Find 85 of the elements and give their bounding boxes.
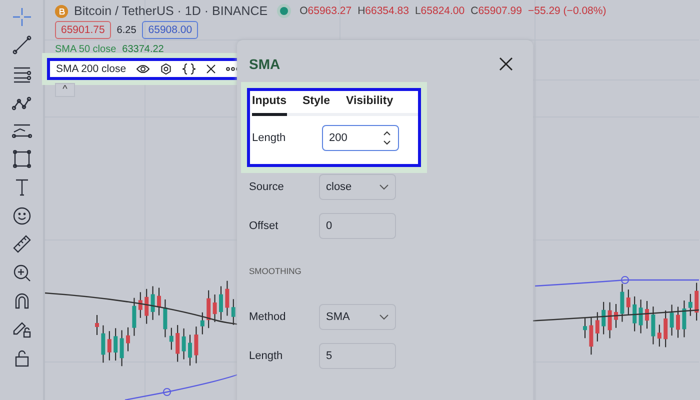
indicator-name: SMA 200 close: [56, 63, 126, 75]
settings-tab[interactable]: Style: [302, 91, 330, 116]
settings-icon[interactable]: [160, 63, 172, 75]
candle: [589, 316, 594, 356]
settings-tab[interactable]: Visibility: [346, 91, 394, 116]
candle: [150, 286, 155, 320]
braces-icon[interactable]: [182, 63, 196, 75]
candle: [682, 300, 686, 338]
candle: [95, 314, 99, 336]
candle: [200, 312, 204, 335]
candle: [188, 334, 192, 366]
candle: [231, 298, 236, 326]
buy-price-button[interactable]: 65908.00: [142, 21, 198, 39]
candle: [225, 280, 230, 316]
spread-value: 6.25: [116, 24, 136, 36]
candle: [144, 288, 149, 324]
close-icon[interactable]: [206, 64, 216, 74]
eye-icon[interactable]: [136, 64, 150, 74]
candle: [602, 301, 606, 335]
ruler-icon[interactable]: [12, 234, 32, 254]
dropdown-select[interactable]: close: [319, 174, 396, 200]
candle: [688, 293, 692, 316]
ohlc-value: C65907.99: [470, 5, 522, 17]
length-input[interactable]: 200: [322, 125, 399, 151]
candle: [614, 304, 618, 328]
field-label: Length: [252, 132, 287, 144]
ohlc-value: O65963.27: [300, 5, 352, 17]
candle: [194, 326, 198, 364]
candle: [138, 292, 142, 318]
candle: [132, 297, 136, 336]
line-handle[interactable]: [621, 276, 629, 284]
symbol-title: Bitcoin / TetherUS · 1D · BINANCE: [74, 4, 268, 18]
candle: [670, 304, 674, 336]
coin-icon: [55, 4, 68, 18]
field-label: Source: [249, 180, 285, 192]
field-label: Offset: [249, 220, 280, 232]
close-icon[interactable]: [499, 57, 513, 71]
field-label: Method: [249, 310, 287, 322]
collapse-button[interactable]: ^: [55, 83, 75, 97]
input-field[interactable]: 0: [319, 212, 396, 238]
dialog-title: SMA: [249, 56, 280, 72]
candle: [114, 328, 118, 362]
section-heading: SMOOTHING: [249, 265, 302, 278]
candle: [212, 294, 217, 323]
candle: [632, 296, 637, 332]
candle: [595, 312, 600, 342]
candle: [163, 298, 168, 338]
ohlc-value: H66354.83: [358, 5, 409, 17]
smiley-icon[interactable]: [12, 206, 32, 226]
dropdown-select[interactable]: SMA: [319, 304, 396, 330]
candle: [608, 302, 612, 339]
zoom-in-icon[interactable]: [12, 262, 32, 283]
candle: [126, 326, 130, 352]
candle: [206, 290, 211, 329]
candle: [120, 330, 124, 367]
candle: [694, 282, 699, 322]
candle: [157, 287, 161, 316]
trend-line-icon[interactable]: [12, 35, 32, 56]
candle: [626, 289, 630, 316]
indicator-name: SMA 50 close: [55, 44, 116, 55]
input-field[interactable]: 5: [319, 342, 396, 368]
candle: [651, 306, 656, 345]
candle: [620, 283, 624, 322]
chevron-down-icon: [379, 184, 389, 190]
rectangle-icon[interactable]: [12, 148, 32, 169]
candle: [169, 327, 174, 350]
settings-tab[interactable]: Inputs: [252, 91, 286, 116]
candle: [645, 300, 649, 330]
candle: [101, 324, 106, 364]
stepper-icon[interactable]: [382, 129, 392, 147]
candle: [664, 310, 668, 348]
candle: [583, 318, 587, 339]
ohlc-value: L65824.00: [414, 5, 465, 17]
candle: [176, 324, 180, 362]
indicator-value: 63374.22: [122, 44, 164, 55]
field-label: Length: [249, 350, 284, 362]
candle: [182, 328, 186, 360]
candle: [107, 330, 112, 361]
candle: [657, 324, 662, 348]
price-change: −55.29 (−0.08%): [528, 5, 606, 17]
line-handle[interactable]: [163, 388, 171, 396]
chevron-down-icon: [379, 314, 389, 320]
candle: [638, 299, 643, 334]
candle: [219, 286, 223, 321]
candle: [676, 306, 680, 338]
